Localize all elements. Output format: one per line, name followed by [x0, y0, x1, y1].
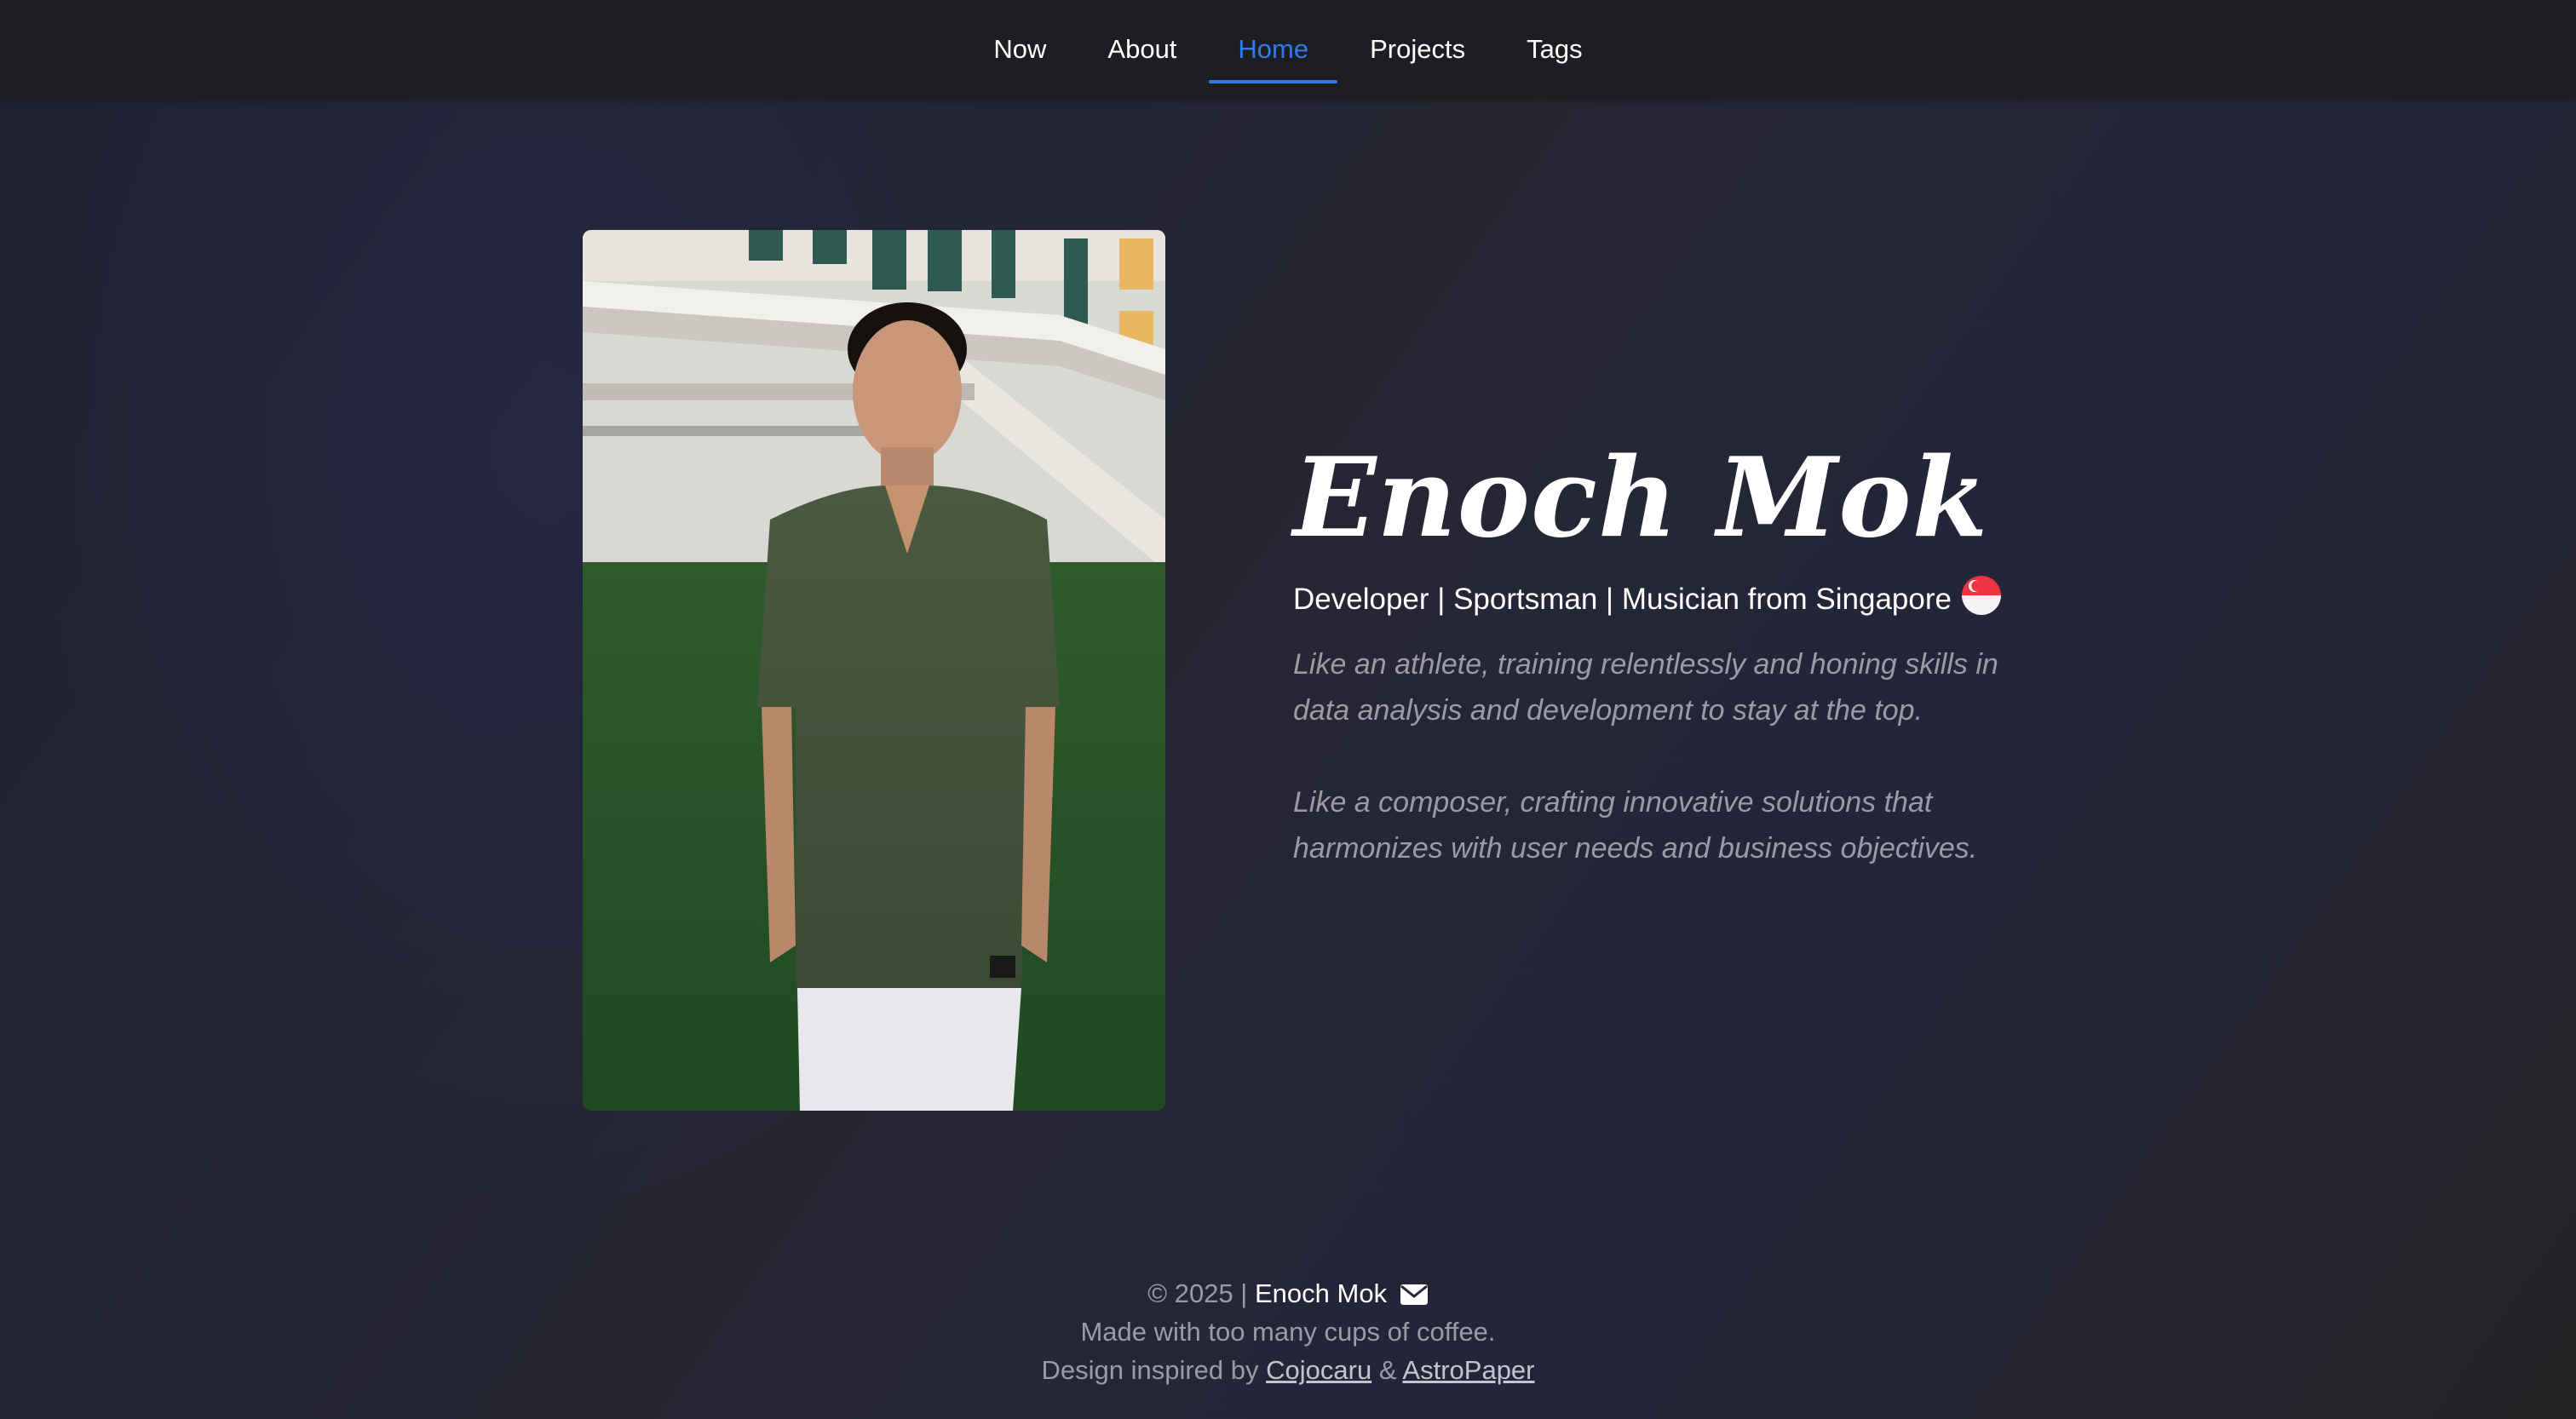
hero-blurb: Like an athlete, training relentlessly a…: [1293, 641, 2060, 871]
top-navigation: Now About Home Projects Tags: [0, 0, 2576, 99]
link-cojocaru[interactable]: Cojocaru: [1266, 1355, 1371, 1385]
hero-info: Enoch Mok Developer | Sportsman | Musici…: [1293, 426, 2060, 871]
blurb-composer: Like a composer, crafting innovative sol…: [1293, 786, 1978, 865]
tagline-text: Developer | Sportsman | Musician from Si…: [1293, 582, 1952, 616]
singapore-flag-icon: [1961, 576, 2001, 623]
link-astropaper[interactable]: AstroPaper: [1402, 1355, 1534, 1385]
mail-icon[interactable]: [1394, 1278, 1429, 1308]
nav-item-home[interactable]: Home: [1207, 0, 1339, 99]
footer-owner-name[interactable]: Enoch Mok: [1255, 1278, 1387, 1308]
inspired-prefix: Design inspired by: [1041, 1355, 1259, 1385]
nav-item-tags[interactable]: Tags: [1496, 0, 1613, 99]
nav-list: Now About Home Projects Tags: [963, 0, 1613, 99]
nav-item-about[interactable]: About: [1077, 0, 1207, 99]
copyright-text: © 2025 |: [1147, 1278, 1248, 1308]
blurb-athlete: Like an athlete, training relentlessly a…: [1293, 648, 1998, 727]
footer-inspired: Design inspired by Cojocaru & AstroPaper: [0, 1351, 2576, 1389]
nav-item-now[interactable]: Now: [963, 0, 1077, 99]
footer: © 2025 | Enoch Mok Made with too many cu…: [0, 1274, 2576, 1389]
footer-coffee: Made with too many cups of coffee.: [1080, 1317, 1496, 1347]
hero-name: Enoch Mok: [1293, 434, 1989, 562]
ampersand: &: [1378, 1355, 1397, 1385]
footer-line-copyright: © 2025 | Enoch Mok: [0, 1274, 2576, 1313]
nav-item-projects[interactable]: Projects: [1339, 0, 1496, 99]
profile-photo: [583, 230, 1165, 1111]
hero-tagline: Developer | Sportsman | Musician from Si…: [1293, 576, 2060, 623]
